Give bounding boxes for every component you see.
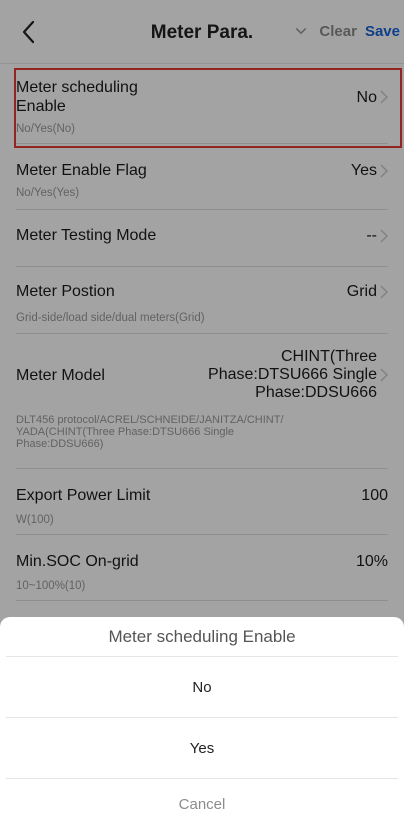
cancel-button[interactable]: Cancel [0,779,404,821]
option-yes[interactable]: Yes [6,718,398,779]
action-sheet-title: Meter scheduling Enable [6,617,398,657]
action-sheet: Meter scheduling Enable No Yes Cancel [0,617,404,821]
option-no[interactable]: No [6,657,398,718]
